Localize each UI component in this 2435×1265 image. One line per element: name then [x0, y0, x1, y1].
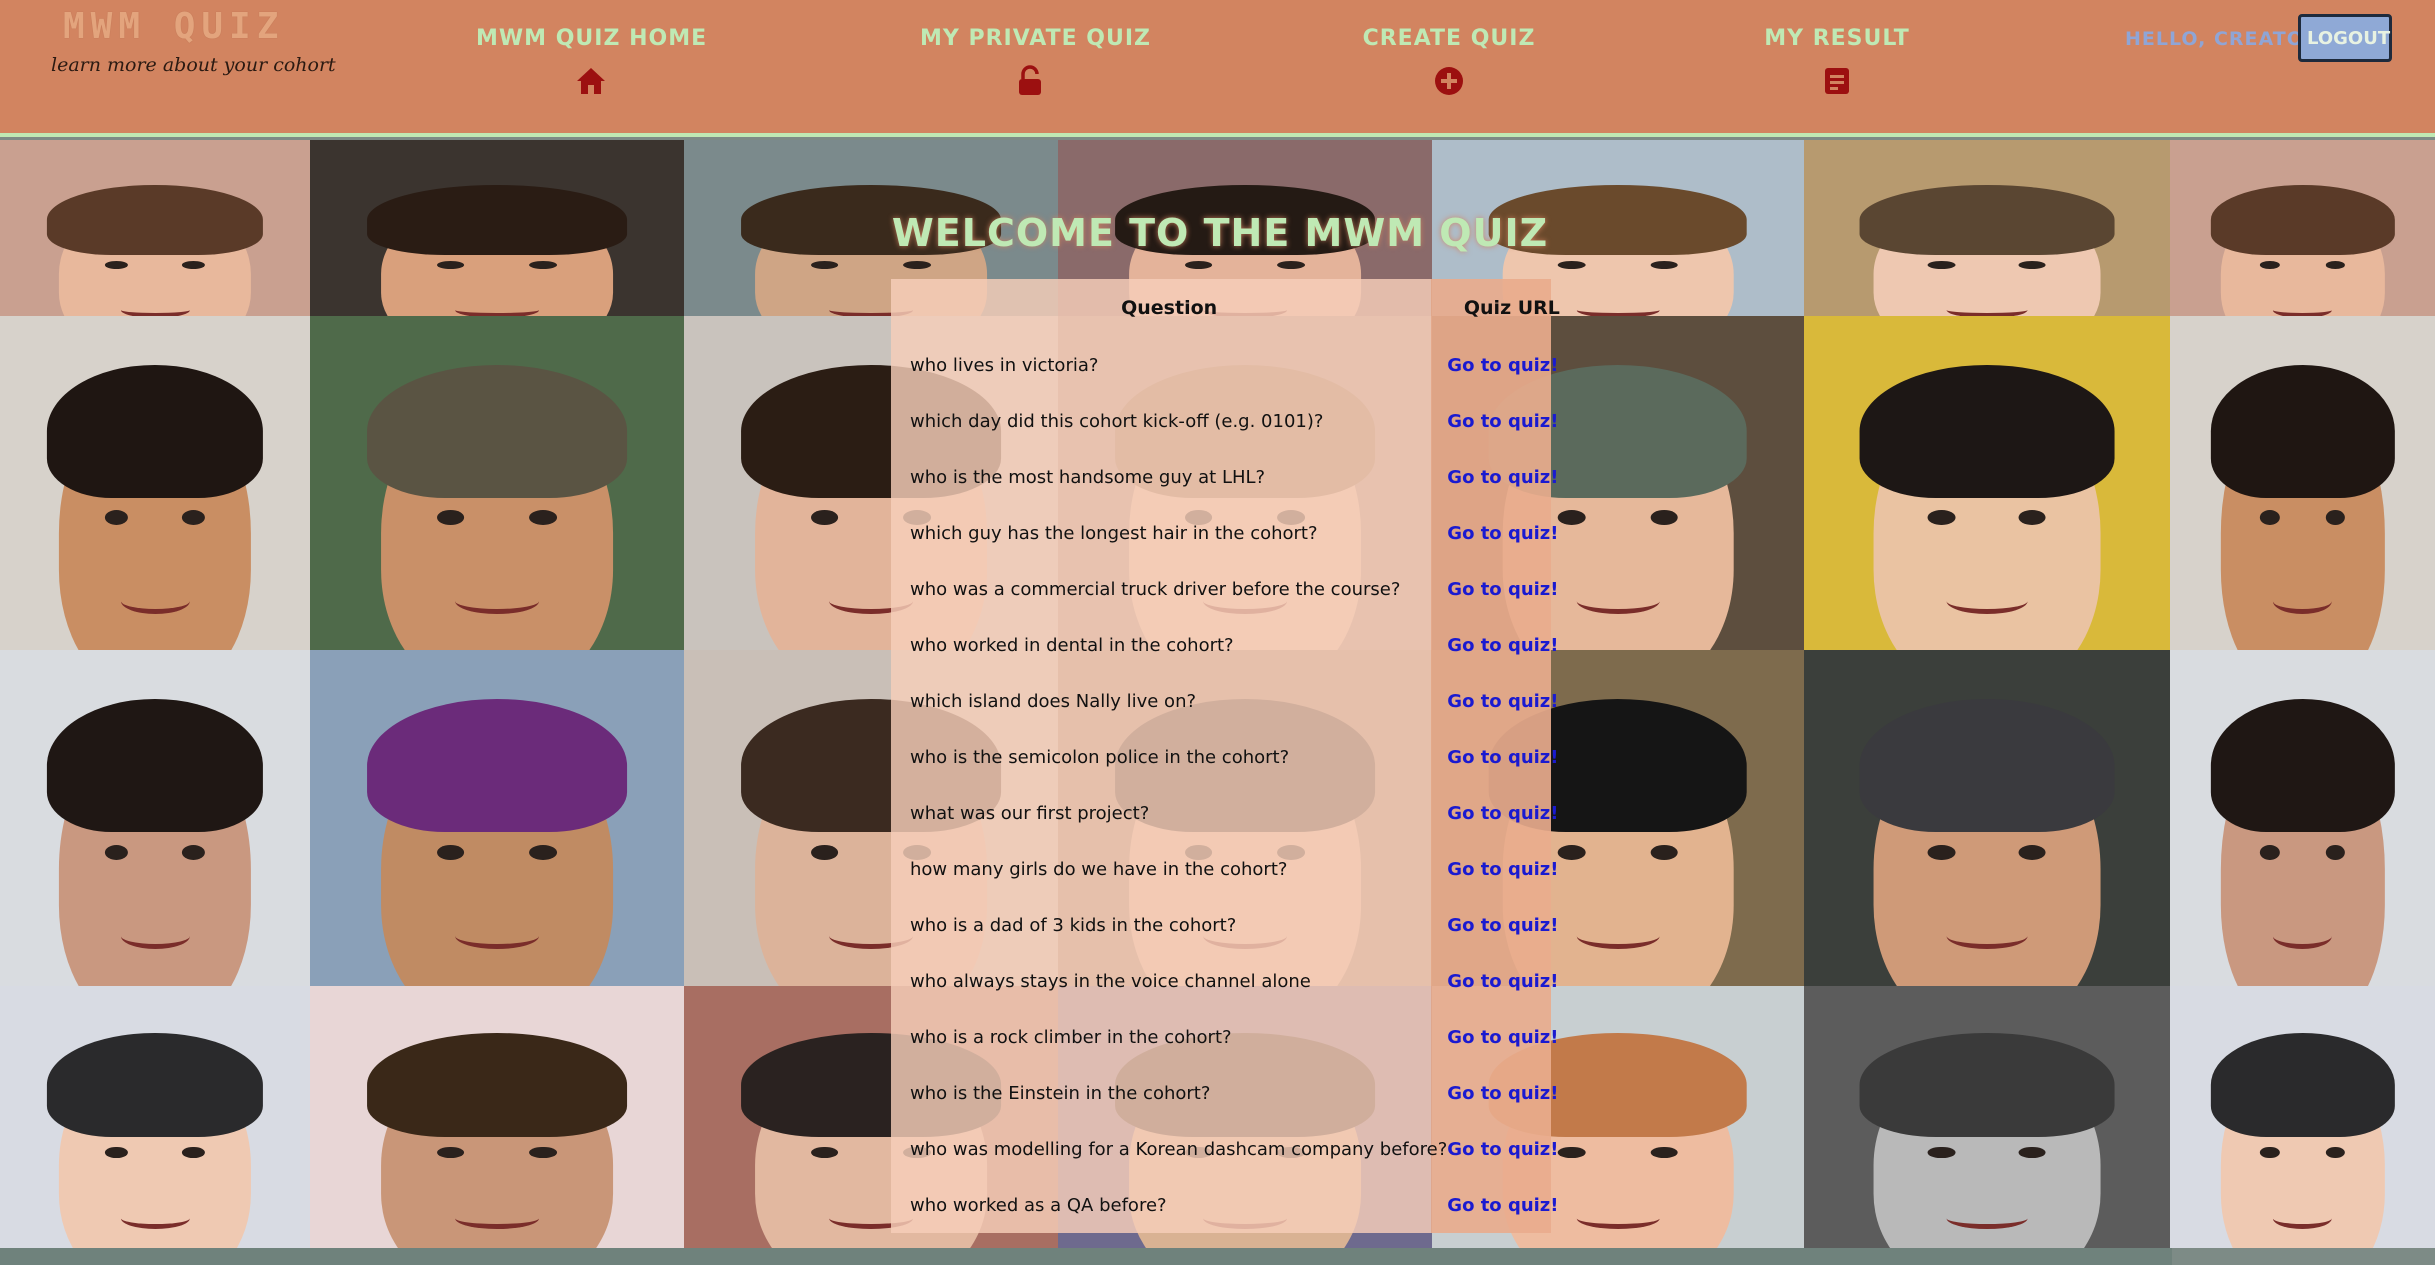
table-row: who is the Einstein in the cohort? Go to … — [891, 1065, 1577, 1121]
photo-tile — [2170, 316, 2435, 650]
table-row: who is a rock climber in the cohort? Go t… — [891, 1009, 1577, 1065]
go-to-quiz-link[interactable]: Go to quiz! — [1447, 1083, 1558, 1104]
table-row: which island does Nally live on? Go to qu… — [891, 673, 1577, 729]
question-cell: how many girls do we have in the cohort? — [910, 858, 1288, 880]
go-to-quiz-link[interactable]: Go to quiz! — [1447, 691, 1558, 712]
photo-tile — [310, 140, 684, 316]
go-to-quiz-link[interactable]: Go to quiz! — [1447, 971, 1558, 992]
go-to-quiz-link[interactable]: Go to quiz! — [1447, 915, 1558, 936]
go-to-quiz-link[interactable]: Go to quiz! — [1447, 803, 1558, 824]
question-cell: which day did this cohort kick-off (e.g.… — [910, 410, 1324, 432]
question-cell: who is a rock climber in the cohort? — [910, 1026, 1232, 1048]
plus-circle-icon — [1435, 67, 1463, 95]
go-to-quiz-link[interactable]: Go to quiz! — [1447, 635, 1558, 656]
nav-my-private-quiz[interactable]: MY PRIVATE QUIZ — [920, 26, 1151, 97]
top-navbar: MWM QUIZ learn more about your cohort MW… — [0, 0, 2435, 137]
nav-home[interactable]: MWM QUIZ HOME — [476, 26, 706, 97]
photo-tile — [0, 140, 310, 316]
go-to-quiz-link[interactable]: Go to quiz! — [1447, 747, 1558, 768]
table-row: which day did this cohort kick-off (e.g.… — [891, 393, 1577, 449]
go-to-quiz-link[interactable]: Go to quiz! — [1447, 467, 1558, 488]
go-to-quiz-link[interactable]: Go to quiz! — [1447, 579, 1558, 600]
question-cell: what was our first project? — [910, 802, 1150, 824]
photo-tile — [1804, 140, 2170, 316]
nav-home-label: MWM QUIZ HOME — [476, 26, 708, 51]
quiz-url-column-header: Quiz URL — [1463, 297, 1560, 319]
table-row: who worked as a QA before? Go to quiz! — [891, 1177, 1577, 1233]
photo-tile — [1804, 650, 2170, 986]
nav-my-result[interactable]: MY RESULT — [1760, 26, 1914, 97]
go-to-quiz-link[interactable]: Go to quiz! — [1447, 355, 1558, 376]
nav-my-result-label: MY RESULT — [1764, 26, 1910, 51]
site-logo[interactable]: MWM QUIZ learn more about your cohort — [45, 6, 336, 86]
question-cell: who is the most handsome guy at LHL? — [910, 466, 1266, 488]
nav-my-private-quiz-label: MY PRIVATE QUIZ — [920, 26, 1151, 51]
question-cell: who was a commercial truck driver before… — [910, 578, 1401, 600]
question-cell: who is the semicolon police in the cohor… — [910, 746, 1290, 768]
logout-button[interactable]: LOGOUT — [2298, 14, 2392, 62]
table-row: who is a dad of 3 kids in the cohort? Go … — [891, 897, 1577, 953]
photo-tile — [310, 986, 684, 1248]
quiz-table: Question Quiz URL who lives in victoria?… — [891, 279, 1577, 1233]
nav-create-quiz[interactable]: CREATE QUIZ — [1344, 26, 1554, 97]
table-row: which guy has the longest hair in the co… — [891, 505, 1577, 561]
go-to-quiz-link[interactable]: Go to quiz! — [1447, 1139, 1558, 1160]
go-to-quiz-link[interactable]: Go to quiz! — [1447, 859, 1558, 880]
question-cell: who always stays in the voice channel al… — [910, 970, 1311, 992]
table-header-row: Question Quiz URL — [891, 279, 1577, 337]
document-icon — [1825, 68, 1849, 94]
table-row: who was modelling for a Korean dashcam c… — [891, 1121, 1577, 1177]
footer-strip — [0, 1248, 2172, 1265]
table-row: how many girls do we have in the cohort?… — [891, 841, 1577, 897]
question-cell: who was modelling for a Korean dashcam c… — [910, 1138, 1448, 1160]
table-row: what was our first project? Go to quiz! — [891, 785, 1577, 841]
page-title: WELCOME TO THE MWM QUIZ — [891, 211, 1549, 256]
question-cell: who is the Einstein in the cohort? — [910, 1082, 1211, 1104]
photo-tile — [310, 316, 684, 650]
table-row: who always stays in the voice channel al… — [891, 953, 1577, 1009]
photo-tile — [1804, 316, 2170, 650]
go-to-quiz-link[interactable]: Go to quiz! — [1447, 411, 1558, 432]
table-row: who worked in dental in the cohort? Go to… — [891, 617, 1577, 673]
question-cell: who worked as a QA before? — [910, 1194, 1167, 1216]
logo-title: MWM QUIZ — [63, 6, 285, 47]
question-cell: which island does Nally live on? — [910, 690, 1197, 712]
table-row: who was a commercial truck driver before… — [891, 561, 1577, 617]
question-cell: who worked in dental in the cohort? — [910, 634, 1234, 656]
unlock-icon — [1019, 65, 1041, 95]
home-icon — [577, 68, 605, 94]
go-to-quiz-link[interactable]: Go to quiz! — [1447, 1027, 1558, 1048]
photo-tile — [1804, 986, 2170, 1248]
photo-tile — [2170, 140, 2435, 316]
nav-create-quiz-label: CREATE QUIZ — [1362, 26, 1536, 51]
photo-tile — [0, 986, 310, 1248]
logo-tagline: learn more about your cohort — [51, 54, 336, 76]
question-cell: who is a dad of 3 kids in the cohort? — [910, 914, 1237, 936]
go-to-quiz-link[interactable]: Go to quiz! — [1447, 1195, 1558, 1216]
question-column-header: Question — [1121, 297, 1218, 319]
table-row: who is the semicolon police in the cohor… — [891, 729, 1577, 785]
go-to-quiz-link[interactable]: Go to quiz! — [1447, 523, 1558, 544]
table-row: who lives in victoria? Go to quiz! — [891, 337, 1577, 393]
question-cell: which guy has the longest hair in the co… — [910, 522, 1318, 544]
quiz-table-panel: Question Quiz URL who lives in victoria?… — [891, 279, 1560, 1233]
photo-tile — [310, 650, 684, 986]
table-row: who is the most handsome guy at LHL? Go t… — [891, 449, 1577, 505]
photo-tile — [2170, 650, 2435, 986]
photo-tile — [0, 650, 310, 986]
photo-tile — [0, 316, 310, 650]
question-cell: who lives in victoria? — [910, 354, 1099, 376]
photo-tile — [2170, 986, 2435, 1248]
